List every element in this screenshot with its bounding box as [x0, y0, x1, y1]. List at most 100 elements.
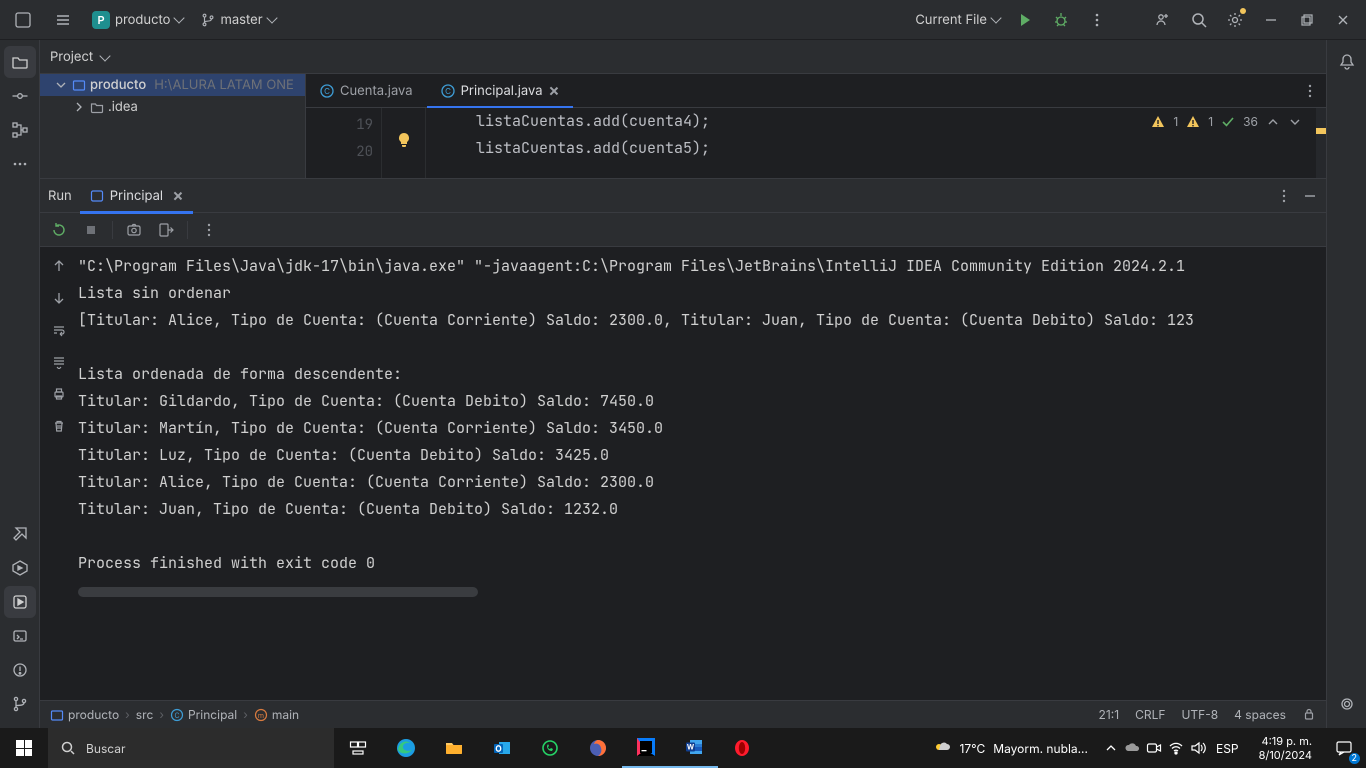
word-icon[interactable]: W — [670, 728, 718, 768]
notifications-tool-icon[interactable] — [1331, 46, 1363, 78]
commit-tool-icon[interactable] — [4, 80, 36, 112]
firefox-icon[interactable] — [574, 728, 622, 768]
ai-assistant-tool-icon[interactable] — [1331, 688, 1363, 720]
status-caret[interactable]: 21:1 — [1099, 707, 1120, 722]
run-button[interactable] — [1008, 0, 1042, 40]
taskbar-clock[interactable]: 4:19 p. m. 8/10/2024 — [1249, 734, 1322, 762]
breadcrumb-item[interactable]: producto — [50, 707, 119, 722]
close-icon[interactable] — [549, 86, 559, 96]
vcs-tool-icon[interactable] — [4, 688, 36, 720]
lightbulb-icon[interactable] — [396, 132, 412, 148]
breadcrumb-item[interactable]: m main — [254, 707, 299, 722]
intellij-icon[interactable] — [622, 728, 670, 768]
outlook-icon[interactable] — [478, 728, 526, 768]
terminal-tool-icon[interactable] — [4, 620, 36, 652]
print-icon[interactable] — [46, 381, 72, 407]
hamburger-icon[interactable] — [46, 0, 80, 40]
close-icon[interactable] — [173, 191, 183, 201]
edge-icon[interactable] — [382, 728, 430, 768]
status-encoding[interactable]: UTF-8 — [1181, 707, 1218, 722]
chevron-down-icon[interactable] — [100, 50, 111, 61]
taskbar-weather[interactable]: 17°C Mayorm. nubla... — [923, 739, 1098, 757]
tray-lang[interactable]: ESP — [1212, 741, 1243, 756]
stripe-mark-icon — [1316, 128, 1326, 134]
opera-icon[interactable] — [718, 728, 766, 768]
breadcrumb-item[interactable]: src — [136, 707, 154, 722]
tree-label: producto — [90, 77, 146, 93]
system-tray[interactable]: ESP — [1098, 740, 1249, 756]
problems-tool-icon[interactable] — [4, 654, 36, 686]
status-indent[interactable]: 4 spaces — [1234, 707, 1286, 722]
task-view-icon[interactable] — [334, 728, 382, 768]
weather-temp: 17°C — [959, 741, 985, 756]
wifi-icon[interactable] — [1168, 740, 1184, 756]
settings-icon[interactable] — [1218, 0, 1252, 40]
titlebar: P producto master Current File — [0, 0, 1366, 40]
console-output[interactable]: "C:\Program Files\Java\jdk-17\bin\java.e… — [78, 247, 1326, 700]
git-branch-selector[interactable]: master — [195, 6, 281, 34]
scroll-up-icon[interactable] — [46, 253, 72, 279]
editor-tab-principal[interactable]: C Principal.java — [427, 74, 573, 108]
action-center-icon[interactable]: 2 — [1322, 728, 1366, 768]
status-lock-icon[interactable] — [1302, 707, 1316, 722]
run-tool-icon[interactable] — [4, 586, 36, 618]
toolbar-more-icon[interactable] — [196, 217, 222, 243]
tree-row[interactable]: .idea — [40, 96, 305, 118]
file-explorer-icon[interactable] — [430, 728, 478, 768]
tray-chevron-up-icon[interactable] — [1104, 741, 1118, 755]
stop-button[interactable] — [78, 217, 104, 243]
project-tree[interactable]: producto H:\ALURA LATAM ONE .idea — [40, 74, 306, 178]
chevron-down-icon — [54, 78, 68, 92]
run-panel: Run Principal — [40, 178, 1326, 700]
scroll-to-end-icon[interactable] — [46, 349, 72, 375]
horizontal-scrollbar[interactable] — [78, 587, 478, 597]
soft-wrap-icon[interactable] — [46, 317, 72, 343]
clock-date: 8/10/2024 — [1259, 748, 1312, 762]
taskbar-search[interactable]: Buscar — [48, 728, 334, 768]
onedrive-icon[interactable] — [1124, 740, 1140, 756]
scroll-down-icon[interactable] — [46, 285, 72, 311]
run-tab[interactable]: Principal — [80, 179, 193, 213]
code-with-me-icon[interactable] — [1146, 0, 1180, 40]
services-tool-icon[interactable] — [4, 552, 36, 584]
panel-hide-icon[interactable] — [1302, 188, 1318, 204]
breadcrumb-item[interactable]: C Principal — [170, 707, 237, 722]
build-tool-icon[interactable] — [4, 518, 36, 550]
chevron-up-icon[interactable] — [1266, 115, 1280, 129]
chevron-down-icon[interactable] — [1288, 115, 1302, 129]
clear-icon[interactable] — [46, 413, 72, 439]
check-icon — [1221, 115, 1235, 129]
left-tool-rail — [0, 40, 40, 728]
tree-row-root[interactable]: producto H:\ALURA LATAM ONE — [40, 74, 305, 96]
window-restore-icon[interactable] — [1290, 0, 1324, 40]
project-tool-icon[interactable] — [4, 46, 36, 78]
svg-text:C: C — [324, 86, 330, 96]
more-tool-icon[interactable] — [4, 148, 36, 180]
project-selector[interactable]: P producto — [86, 6, 189, 34]
window-close-icon[interactable] — [1326, 0, 1360, 40]
screenshot-icon[interactable] — [121, 217, 147, 243]
status-bar: producto › src › C Principal › m main 21… — [40, 700, 1326, 728]
editor-area[interactable]: 19 20 listaCuentas.add(cuenta4); listaCu… — [306, 108, 1326, 178]
window-minimize-icon[interactable] — [1254, 0, 1288, 40]
more-actions-icon[interactable] — [1080, 0, 1114, 40]
breadcrumb-sep-icon: › — [159, 707, 164, 722]
inspection-widget[interactable]: 1 1 36 — [1151, 114, 1302, 129]
whatsapp-icon[interactable] — [526, 728, 574, 768]
debug-button[interactable] — [1044, 0, 1078, 40]
project-badge: P — [92, 11, 110, 29]
run-config-selector[interactable]: Current File — [909, 6, 1006, 34]
search-icon[interactable] — [1182, 0, 1216, 40]
start-button[interactable] — [0, 728, 48, 768]
panel-options-icon[interactable] — [1276, 188, 1292, 204]
app-menu-icon[interactable] — [6, 0, 40, 40]
editor-error-stripe[interactable] — [1316, 108, 1326, 178]
status-line-sep[interactable]: CRLF — [1135, 707, 1165, 722]
exit-icon[interactable] — [153, 217, 179, 243]
rerun-button[interactable] — [46, 217, 72, 243]
editor-tab-cuenta[interactable]: C Cuenta.java — [306, 74, 427, 108]
meet-now-icon[interactable] — [1146, 740, 1162, 756]
structure-tool-icon[interactable] — [4, 114, 36, 146]
volume-icon[interactable] — [1190, 740, 1206, 756]
tabs-more-icon[interactable] — [1302, 83, 1318, 99]
